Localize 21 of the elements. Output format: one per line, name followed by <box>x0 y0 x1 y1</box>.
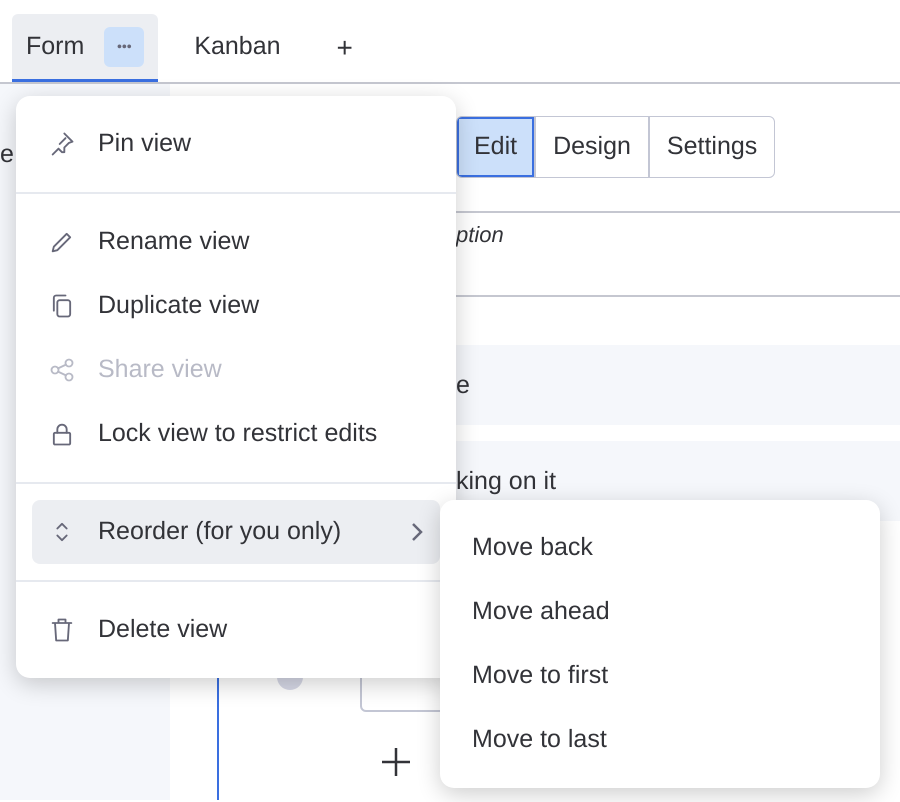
sidebar-text: e <box>0 139 14 170</box>
share-icon <box>48 356 76 384</box>
view-tab[interactable]: Kanban <box>166 14 309 82</box>
chevron-right-icon <box>410 521 424 543</box>
mode-tab[interactable]: Edit <box>457 117 534 177</box>
description-text: ption <box>456 221 504 249</box>
menu-item[interactable]: Pin view <box>32 112 440 176</box>
plus-icon <box>380 746 412 778</box>
more-button[interactable]: ••• <box>104 26 144 66</box>
submenu-item[interactable]: Move back <box>456 516 864 580</box>
menu-item[interactable]: Reorder (for you only) <box>32 500 440 564</box>
mode-tab[interactable]: Settings <box>648 117 774 177</box>
submenu-item[interactable]: Move to first <box>456 644 864 708</box>
view-tab[interactable]: Form ••• <box>12 14 158 82</box>
menu-item[interactable]: Duplicate view <box>32 274 440 338</box>
submenu-item[interactable]: Move ahead <box>456 580 864 644</box>
mode-tab[interactable]: Design <box>534 117 648 177</box>
menu-item[interactable]: Rename view <box>32 210 440 274</box>
menu-item[interactable]: Delete view <box>32 598 440 662</box>
submenu-item[interactable]: Move to last <box>456 708 864 772</box>
add-tab-button[interactable]: + <box>316 14 373 82</box>
